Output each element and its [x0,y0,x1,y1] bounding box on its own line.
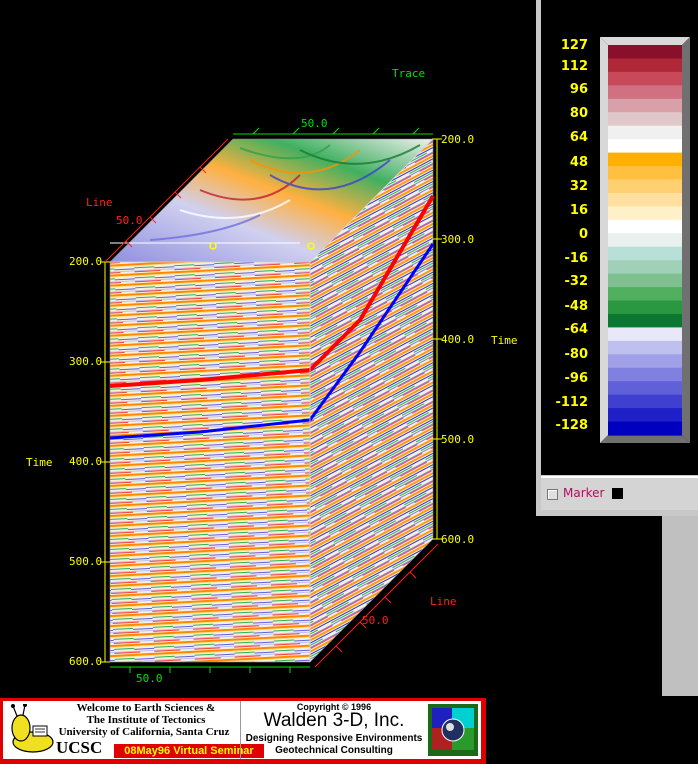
right-time-tick: 200.0 [441,133,475,146]
colorbar-band [608,219,682,234]
colorbar-bevel-left [600,37,608,443]
marker-checkbox[interactable] [547,489,558,500]
colorbar-tick: -80 [564,347,589,362]
colorbar-band [608,192,682,207]
colorbar-tick: 80 [569,106,588,121]
left-time-tick: 600.0 [69,655,103,668]
colorbar-band [608,206,682,221]
left-time-tick: 300.0 [69,355,103,368]
colorbar-band [608,45,682,60]
colorbar-bands [608,45,682,436]
colorbar-tick: 16 [569,203,588,218]
colorbar-tick: 112 [560,59,588,74]
colorbar-bevel-dark [682,37,690,443]
colorbar-tick: 96 [569,82,588,97]
colorbar-band [608,71,682,86]
banner-content: Welcome to Earth Sciences & The Institut… [3,701,481,759]
colorbar-band [608,273,682,288]
colorbar-tick: -96 [564,371,589,386]
left-time-tick: 500.0 [69,555,103,568]
trace-axis-label: Trace [392,67,426,80]
tagline-1: Designing Responsive Environments [245,733,423,744]
welcome-line-1: Welcome to Earth Sciences & [76,702,216,714]
time-axis-label-left: Time [26,456,53,469]
right-time-tick: 400.0 [441,333,475,346]
tagline-2: Geotechnical Consulting [275,745,393,756]
colorbar-band [608,354,682,369]
colorbar-tick: -48 [564,299,589,314]
colorbar-bevel-bottom [600,435,690,443]
line-axis-label: Line [86,196,113,209]
colorbar-band [608,246,682,261]
line-axis-tick-bottom: 50.0 [362,614,389,627]
left-time-tick: 400.0 [69,455,103,468]
colorbar-tick: 48 [569,155,588,170]
side-grey-area [662,516,698,696]
front-trace-tick: 50.0 [136,672,163,685]
colorbar-tick: -112 [555,395,588,410]
colorbar-band [608,313,682,329]
colorbar-tick: -32 [564,274,589,289]
colorbar-band [608,112,682,127]
colorbar-band [608,287,682,302]
colorbar-band [608,166,682,181]
colorbar-band [608,98,682,113]
company-name: Walden 3-D, Inc. [263,710,405,731]
line-axis-tick: 50.0 [116,214,143,227]
colorbar-band [608,381,682,396]
colorbar-band [608,421,682,436]
colorbar-band [608,260,682,275]
ucsc-logo-text: UCSC [56,738,103,757]
colorbar-tick: -16 [564,251,589,266]
marker-label: Marker [563,486,605,500]
line-axis-label-bottom: Line [430,595,457,608]
marker-color-swatch[interactable] [612,488,623,499]
left-time-tick: 200.0 [69,255,103,268]
footer-banner: Welcome to Earth Sciences & The Institut… [0,698,486,764]
colorbar[interactable] [600,37,690,447]
colorbar-band [608,139,682,154]
colorbar-band [608,58,682,73]
colorbar-tick: 32 [569,179,588,194]
welcome-line-3: University of California, Santa Cruz [58,726,230,738]
colorbar-band [608,300,682,315]
seismic-cube-view[interactable] [0,0,540,700]
colorbar-tick: -64 [564,322,589,337]
trace-axis-tick: 50.0 [301,117,328,130]
colorbar-band [608,394,682,409]
colorbar-band [608,327,682,342]
walden-logo-icon [428,704,478,756]
right-time-tick: 300.0 [441,233,475,246]
colorbar-band [608,408,682,423]
colorbar-band [608,125,682,140]
colorbar-band [608,152,682,167]
colorbar-band [608,367,682,382]
right-time-tick: 600.0 [441,533,475,546]
colorbar-bevel-light [600,37,690,45]
colorbar-band [608,340,682,355]
cube-front-face [109,261,311,663]
time-axis-label-right: Time [491,334,518,347]
welcome-line-2: The Institute of Tectonics [86,714,206,726]
colorbar-tick: 0 [578,227,588,242]
colorbar-tick: -128 [555,418,588,433]
right-time-tick: 500.0 [441,433,475,446]
colorbar-band [608,179,682,194]
colorbar-band [608,85,682,100]
colorbar-tick: 64 [569,130,588,145]
colorbar-band [608,233,682,248]
colorbar-tick: 127 [560,38,588,53]
